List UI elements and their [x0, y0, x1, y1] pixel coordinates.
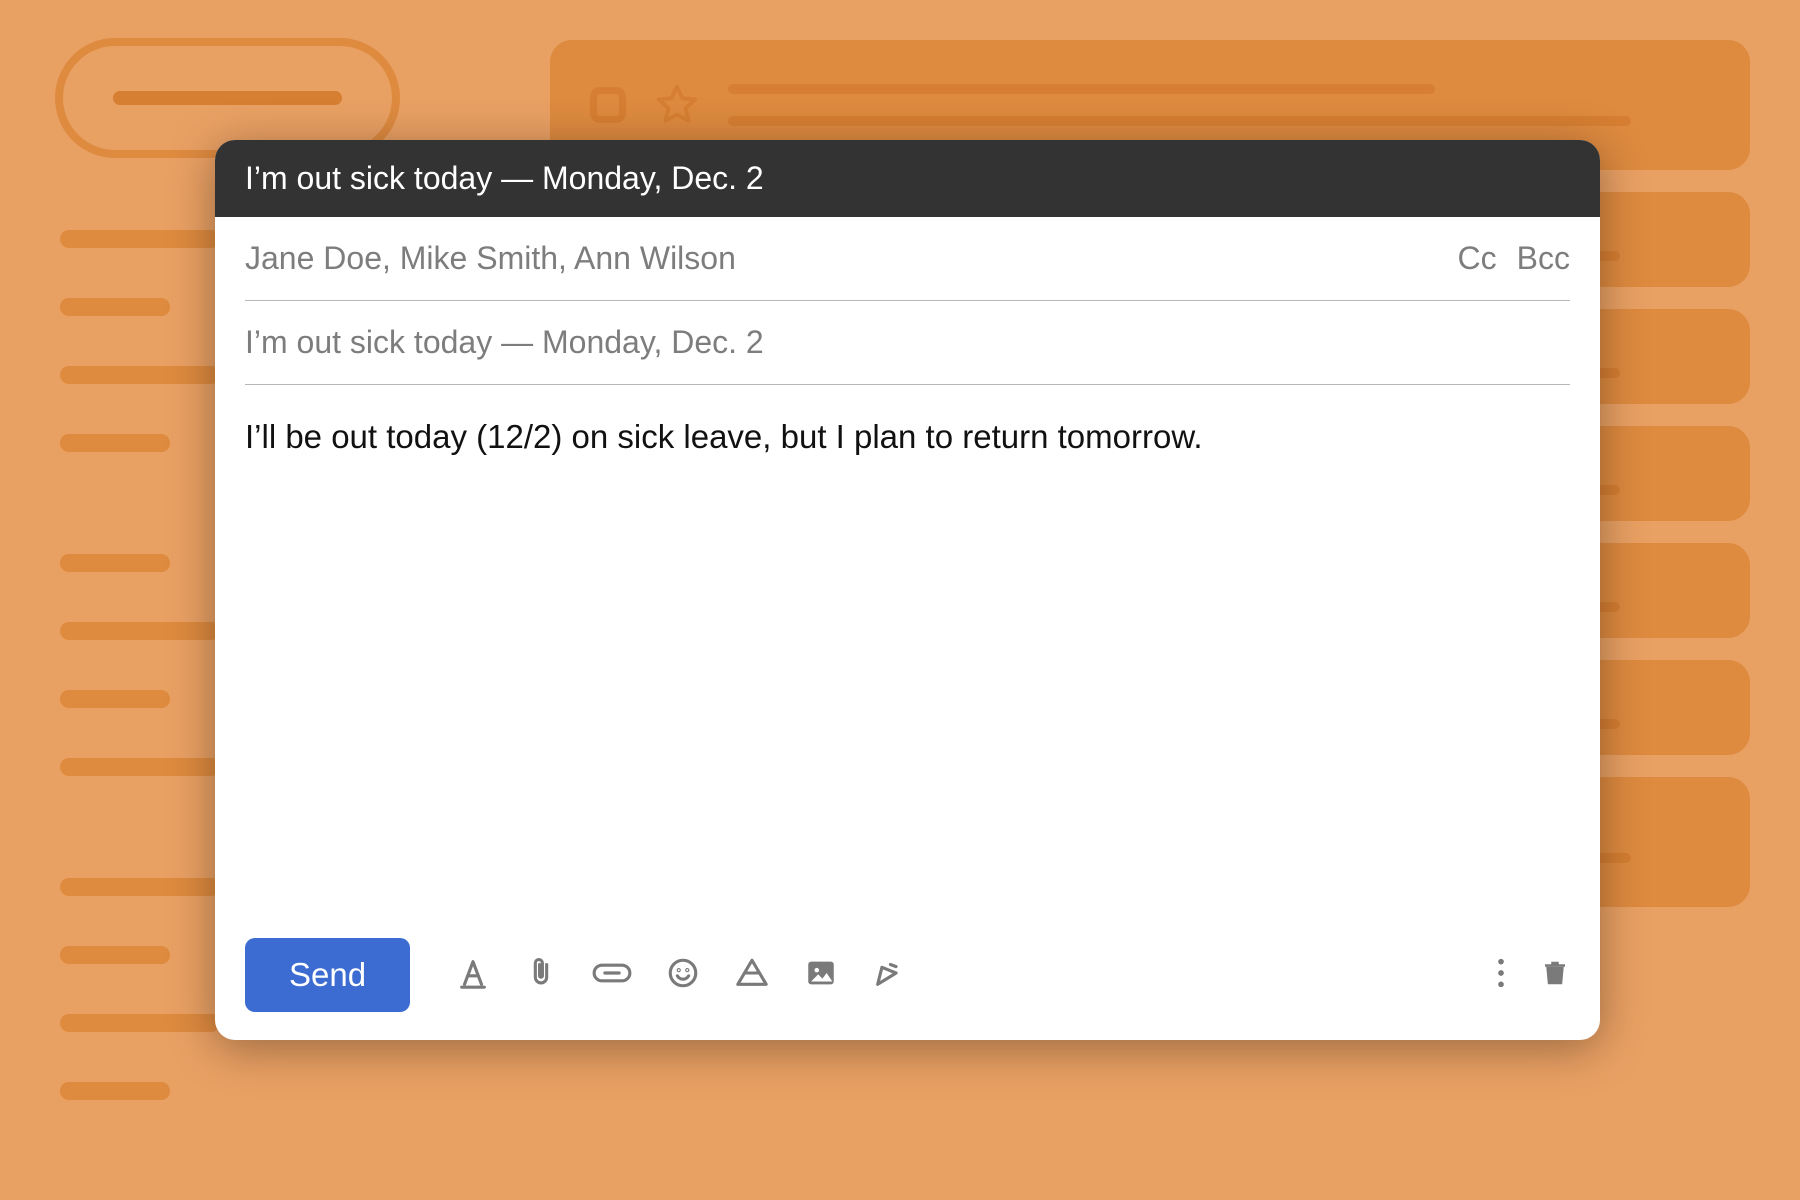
formatting-icon[interactable] — [456, 956, 490, 995]
subject-field[interactable]: I’m out sick today — Monday, Dec. 2 — [245, 301, 1570, 385]
insert-link-icon[interactable] — [592, 956, 632, 995]
send-button[interactable]: Send — [245, 938, 410, 1012]
discard-draft-icon[interactable] — [1540, 956, 1570, 995]
compose-toolbar: Send — [215, 920, 1600, 1040]
sidebar-lines-decor — [60, 230, 240, 1150]
recipients-value[interactable]: Jane Doe, Mike Smith, Ann Wilson — [245, 240, 1458, 277]
compose-window-title[interactable]: I’m out sick today — Monday, Dec. 2 — [215, 140, 1600, 217]
subject-value[interactable]: I’m out sick today — Monday, Dec. 2 — [245, 324, 1570, 361]
recipients-field[interactable]: Jane Doe, Mike Smith, Ann Wilson Cc Bcc — [245, 217, 1570, 301]
more-options-icon[interactable] — [1496, 956, 1506, 995]
compose-body[interactable]: I’ll be out today (12/2) on sick leave, … — [215, 385, 1600, 920]
compose-window: I’m out sick today — Monday, Dec. 2 Jane… — [215, 140, 1600, 1040]
bcc-button[interactable]: Bcc — [1517, 240, 1570, 277]
insert-drive-icon[interactable] — [734, 956, 770, 995]
attach-file-icon[interactable] — [524, 956, 558, 995]
insert-image-icon[interactable] — [804, 956, 838, 995]
cc-button[interactable]: Cc — [1458, 240, 1497, 277]
confidential-mode-icon[interactable] — [872, 956, 906, 995]
insert-emoji-icon[interactable] — [666, 956, 700, 995]
